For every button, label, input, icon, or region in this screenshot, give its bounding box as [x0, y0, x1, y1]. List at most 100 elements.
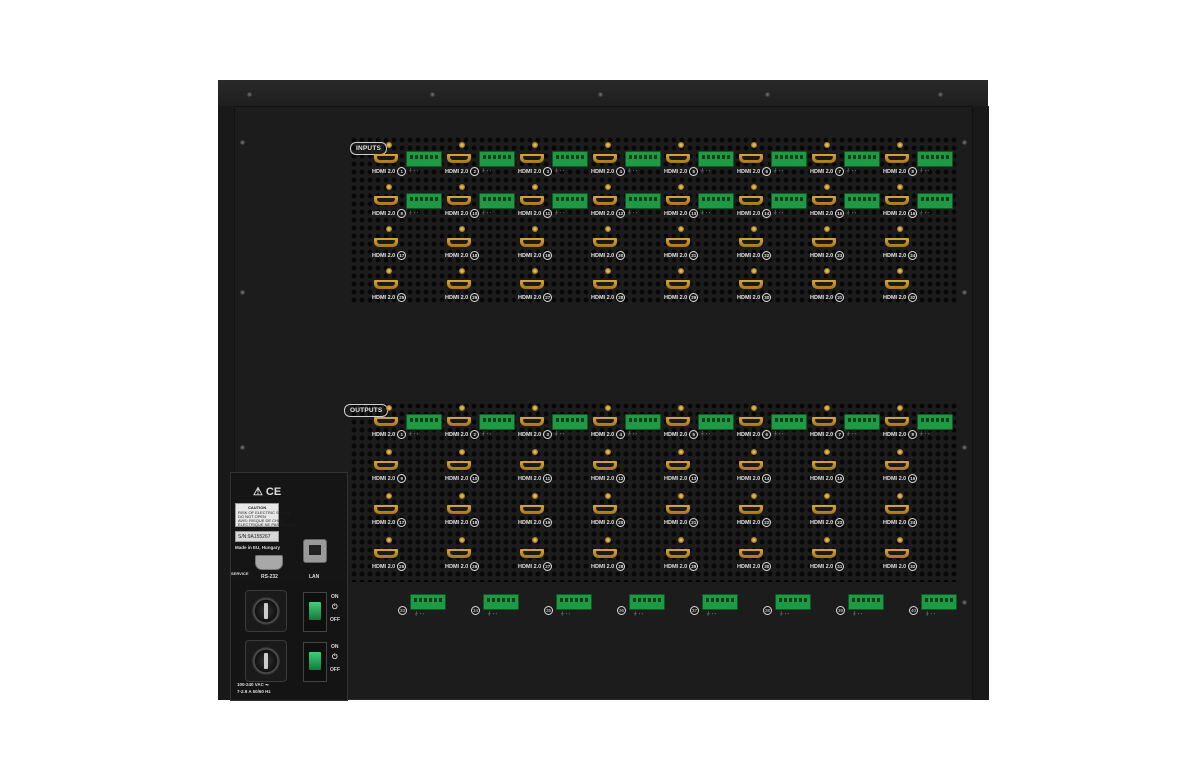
power-switch-2[interactable]: [303, 642, 327, 682]
terminal-block[interactable]: [406, 193, 442, 209]
terminal-block[interactable]: [479, 193, 515, 209]
terminal-block[interactable]: [844, 193, 880, 209]
terminal-block[interactable]: [552, 414, 588, 430]
output-hdmi-port[interactable]: [666, 549, 690, 558]
terminal-block[interactable]: [771, 193, 807, 209]
input-hdmi-port[interactable]: [812, 154, 836, 163]
output-hdmi-port[interactable]: [593, 417, 617, 426]
input-hdmi-port[interactable]: [447, 154, 471, 163]
terminal-block[interactable]: [775, 594, 811, 610]
input-hdmi-port[interactable]: [885, 280, 909, 289]
input-hdmi-port[interactable]: [739, 196, 763, 205]
terminal-block[interactable]: [844, 414, 880, 430]
terminal-block[interactable]: [406, 151, 442, 167]
output-hdmi-port[interactable]: [885, 417, 909, 426]
output-hdmi-port[interactable]: [666, 417, 690, 426]
input-hdmi-port[interactable]: [447, 280, 471, 289]
input-hdmi-port[interactable]: [520, 196, 544, 205]
powercon-inlet-1[interactable]: [245, 590, 287, 632]
input-hdmi-port[interactable]: [593, 280, 617, 289]
output-hdmi-port[interactable]: [885, 549, 909, 558]
output-hdmi-port[interactable]: [374, 549, 398, 558]
terminal-block[interactable]: [410, 594, 446, 610]
input-hdmi-port[interactable]: [885, 154, 909, 163]
output-hdmi-port[interactable]: [447, 505, 471, 514]
output-hdmi-port[interactable]: [812, 505, 836, 514]
output-hdmi-port[interactable]: [812, 549, 836, 558]
input-hdmi-port[interactable]: [885, 196, 909, 205]
power-switch-1[interactable]: [303, 592, 327, 632]
terminal-block[interactable]: [625, 193, 661, 209]
input-hdmi-port[interactable]: [666, 280, 690, 289]
input-hdmi-port[interactable]: [374, 196, 398, 205]
terminal-block[interactable]: [698, 193, 734, 209]
output-hdmi-port[interactable]: [520, 461, 544, 470]
output-hdmi-port[interactable]: [739, 417, 763, 426]
output-hdmi-port[interactable]: [739, 549, 763, 558]
input-hdmi-port[interactable]: [593, 238, 617, 247]
input-hdmi-port[interactable]: [374, 154, 398, 163]
terminal-block[interactable]: [479, 151, 515, 167]
output-hdmi-port[interactable]: [447, 461, 471, 470]
terminal-block[interactable]: [771, 414, 807, 430]
terminal-block[interactable]: [406, 414, 442, 430]
input-hdmi-port[interactable]: [812, 196, 836, 205]
terminal-block[interactable]: [552, 193, 588, 209]
input-hdmi-port[interactable]: [520, 280, 544, 289]
output-hdmi-port[interactable]: [374, 417, 398, 426]
output-hdmi-port[interactable]: [374, 505, 398, 514]
terminal-block[interactable]: [483, 594, 519, 610]
output-hdmi-port[interactable]: [447, 417, 471, 426]
output-hdmi-port[interactable]: [447, 549, 471, 558]
input-hdmi-port[interactable]: [447, 196, 471, 205]
terminal-block[interactable]: [698, 414, 734, 430]
output-hdmi-port[interactable]: [812, 461, 836, 470]
output-hdmi-port[interactable]: [739, 461, 763, 470]
input-hdmi-port[interactable]: [520, 154, 544, 163]
terminal-block[interactable]: [917, 151, 953, 167]
output-hdmi-port[interactable]: [374, 461, 398, 470]
input-hdmi-port[interactable]: [520, 238, 544, 247]
output-hdmi-port[interactable]: [666, 505, 690, 514]
output-hdmi-port[interactable]: [593, 549, 617, 558]
input-hdmi-port[interactable]: [885, 238, 909, 247]
terminal-block[interactable]: [771, 151, 807, 167]
output-hdmi-port[interactable]: [520, 417, 544, 426]
input-hdmi-port[interactable]: [739, 154, 763, 163]
input-hdmi-port[interactable]: [593, 196, 617, 205]
input-hdmi-port[interactable]: [374, 238, 398, 247]
powercon-inlet-2[interactable]: [245, 640, 287, 682]
input-hdmi-port[interactable]: [593, 154, 617, 163]
terminal-block[interactable]: [702, 594, 738, 610]
terminal-block[interactable]: [921, 594, 957, 610]
output-hdmi-port[interactable]: [593, 461, 617, 470]
rs232-port[interactable]: [255, 555, 283, 570]
input-hdmi-port[interactable]: [812, 238, 836, 247]
terminal-block[interactable]: [629, 594, 665, 610]
terminal-block[interactable]: [625, 151, 661, 167]
terminal-block[interactable]: [848, 594, 884, 610]
output-hdmi-port[interactable]: [666, 461, 690, 470]
output-hdmi-port[interactable]: [885, 461, 909, 470]
input-hdmi-port[interactable]: [739, 280, 763, 289]
output-hdmi-port[interactable]: [812, 417, 836, 426]
output-hdmi-port[interactable]: [520, 505, 544, 514]
terminal-block[interactable]: [479, 414, 515, 430]
input-hdmi-port[interactable]: [666, 196, 690, 205]
output-hdmi-port[interactable]: [885, 505, 909, 514]
input-hdmi-port[interactable]: [447, 238, 471, 247]
output-hdmi-port[interactable]: [593, 505, 617, 514]
output-hdmi-port[interactable]: [739, 505, 763, 514]
output-hdmi-port[interactable]: [520, 549, 544, 558]
input-hdmi-port[interactable]: [374, 280, 398, 289]
input-hdmi-port[interactable]: [666, 154, 690, 163]
input-hdmi-port[interactable]: [812, 280, 836, 289]
terminal-block[interactable]: [552, 151, 588, 167]
terminal-block[interactable]: [625, 414, 661, 430]
lan-port[interactable]: [303, 539, 327, 563]
terminal-block[interactable]: [917, 414, 953, 430]
terminal-block[interactable]: [917, 193, 953, 209]
terminal-block[interactable]: [844, 151, 880, 167]
input-hdmi-port[interactable]: [739, 238, 763, 247]
terminal-block[interactable]: [556, 594, 592, 610]
